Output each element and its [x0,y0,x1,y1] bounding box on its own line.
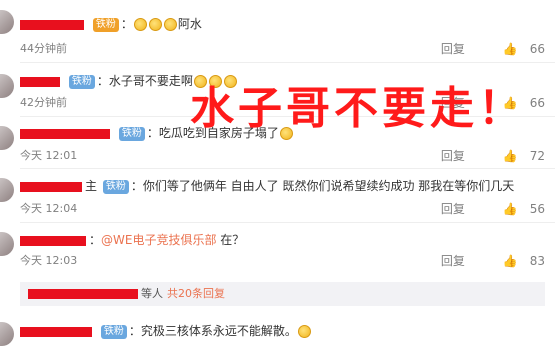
username-redaction [28,289,138,299]
thumbs-up-icon: 👍 [502,149,518,163]
overlay-caption: 水子哥不要走！ [190,83,526,134]
fan-badge: 铁粉 [118,126,145,141]
comment-time: 44分钟前 [20,42,67,55]
divider [20,168,555,169]
like-button[interactable]: 👍 72 [495,149,545,163]
avatar[interactable] [0,10,14,34]
comment-time: 42分钟前 [20,96,67,109]
avatar[interactable] [0,178,14,202]
avatar[interactable] [0,74,14,98]
fan-badge: 铁粉 [92,17,119,32]
thumbs-up-icon: 👍 [502,254,518,268]
divider [20,222,555,223]
thumbs-up-icon: 👍 [502,202,518,216]
comment-text: 在？ [220,233,245,247]
reply-button[interactable]: 回复 [441,254,465,268]
username-redaction [20,128,110,139]
crying-emoji-icon [163,18,177,31]
reply-button[interactable]: 回复 [441,202,465,216]
fan-badge: 铁粉 [68,74,95,89]
crying-emoji-icon [133,18,147,31]
username-redaction [20,76,60,87]
comment-text: 阿水 [177,17,202,31]
username-redaction [20,181,82,192]
divider [20,62,555,63]
fan-badge: 铁粉 [100,324,127,339]
like-button[interactable]: 👍 83 [495,254,545,268]
comment-text: 究极三核体系永远不能解散。 [140,324,297,338]
comment-text: 你们等了他俩年 自由人了 既然你们说希望续约成功 那我在等你们几天 [142,179,515,193]
username-redaction [20,19,84,30]
like-count: 56 [529,202,545,216]
avatar[interactable] [0,322,14,346]
avatar[interactable] [0,232,14,256]
reply-button[interactable]: 回复 [441,42,465,56]
username-redaction [20,235,86,246]
username-suffix[interactable]: 主 [85,179,97,193]
like-count: 66 [529,96,545,110]
like-count: 66 [529,42,545,56]
more-replies-link[interactable]: 共20条回复 [167,287,225,300]
comment-time: 今天 12:01 [20,149,78,162]
reply-button[interactable]: 回复 [441,149,465,163]
crying-emoji-icon [148,18,162,31]
comment-time: 今天 12:04 [20,202,78,215]
crying-emoji-icon [297,325,311,338]
comment-text: 水子哥不要走啊 [108,74,193,88]
thumbs-up-icon: 👍 [502,42,518,56]
like-count: 72 [529,149,545,163]
sub-reply-suffix: 等人 [141,287,163,300]
fan-badge: 铁粉 [102,179,129,194]
mention-link[interactable]: @WE电子竞技俱乐部 [101,233,216,247]
like-button[interactable]: 👍 56 [495,202,545,216]
username-redaction [20,326,92,337]
sub-reply-bar[interactable]: 等人 共20条回复 [20,282,545,306]
avatar[interactable] [0,126,14,150]
comment-time: 今天 12:03 [20,254,78,267]
like-count: 83 [529,254,545,268]
like-button[interactable]: 👍 66 [495,42,545,56]
